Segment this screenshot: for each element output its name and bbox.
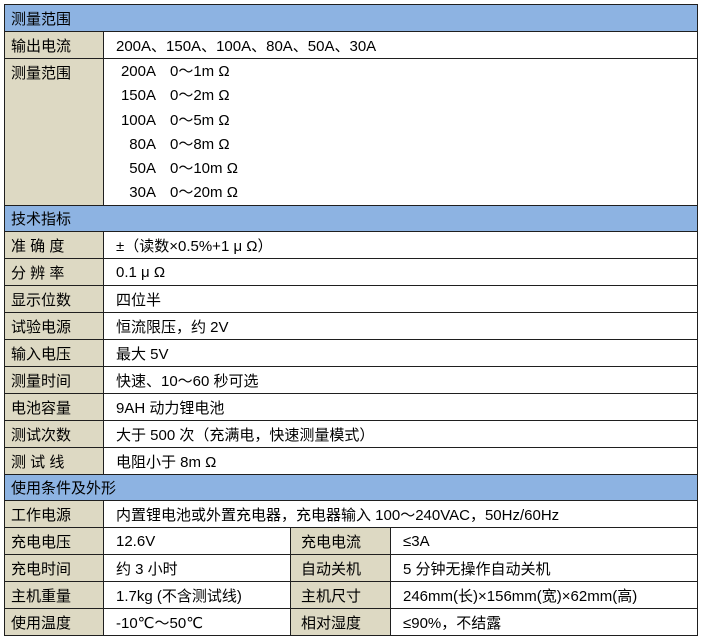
row-label: 显示位数 xyxy=(5,286,104,312)
range-value: 0～10m Ω xyxy=(170,160,238,177)
row-label: 输出电流 xyxy=(5,32,104,58)
row-label: 测 试 线 xyxy=(5,448,104,474)
range-value: 0～1m Ω xyxy=(170,63,230,80)
range-value: 0～2m Ω xyxy=(170,87,230,104)
row-value: 246mm(长)×156mm(宽)×62mm(高) xyxy=(391,582,697,608)
row-label: 准 确 度 xyxy=(5,232,104,258)
range-line: 150A 0～2m Ω xyxy=(116,84,697,108)
row-label: 充电电流 xyxy=(291,528,391,554)
row-value: 0.1 μ Ω xyxy=(104,259,697,285)
section-header-measure-range: 测量范围 xyxy=(5,5,697,31)
range-value: 0～5m Ω xyxy=(170,112,230,129)
row-value: 电阻小于 8m Ω xyxy=(104,448,697,474)
range-current: 50A xyxy=(116,157,156,181)
row-value: ≤90%，不结露 xyxy=(391,609,697,635)
range-current: 200A xyxy=(116,60,156,84)
range-current: 150A xyxy=(116,84,156,108)
table-row-display-digits: 显示位数 四位半 xyxy=(5,285,697,312)
row-value: 恒流限压，约 2V xyxy=(104,313,697,339)
row-label: 测量范围 xyxy=(5,59,104,205)
range-line: 80A 0～8m Ω xyxy=(116,133,697,157)
range-current: 80A xyxy=(116,133,156,157)
range-value: 0～8m Ω xyxy=(170,136,230,153)
row-label: 测量时间 xyxy=(5,367,104,393)
row-label: 电池容量 xyxy=(5,394,104,420)
row-label: 充电电压 xyxy=(5,528,104,554)
row-value: 200A、150A、100A、80A、50A、30A xyxy=(104,32,697,58)
row-label: 使用温度 xyxy=(5,609,104,635)
range-current: 30A xyxy=(116,181,156,205)
row-value: 12.6V xyxy=(104,528,291,554)
table-row-charge-time-autooff: 充电时间 约 3 小时 自动关机 5 分钟无操作自动关机 xyxy=(5,554,697,581)
row-label: 测试次数 xyxy=(5,421,104,447)
row-value: 约 3 小时 xyxy=(104,555,291,581)
range-line: 100A 0～5m Ω xyxy=(116,109,697,133)
section-header-label: 测量范围 xyxy=(11,8,71,29)
row-value: 大于 500 次（充满电，快速测量模式） xyxy=(104,421,697,447)
row-label: 工作电源 xyxy=(5,501,104,527)
row-value: ±（读数×0.5%+1 μ Ω） xyxy=(104,232,697,258)
row-value: -10℃～50℃ xyxy=(104,609,291,635)
table-row-test-power: 试验电源 恒流限压，约 2V xyxy=(5,312,697,339)
row-value: 5 分钟无操作自动关机 xyxy=(391,555,697,581)
row-value: ≤3A xyxy=(391,528,697,554)
range-line: 30A 0～20m Ω xyxy=(116,181,697,205)
table-row-battery-capacity: 电池容量 9AH 动力锂电池 xyxy=(5,393,697,420)
table-row-weight-size: 主机重量 1.7kg (不含测试线) 主机尺寸 246mm(长)×156mm(宽… xyxy=(5,581,697,608)
table-row-working-power: 工作电源 内置锂电池或外置充电器，充电器输入 100～240VAC，50Hz/6… xyxy=(5,500,697,527)
row-label: 充电时间 xyxy=(5,555,104,581)
table-row-measure-time: 测量时间 快速、10～60 秒可选 xyxy=(5,366,697,393)
section-header-label: 使用条件及外形 xyxy=(11,477,116,498)
row-label: 试验电源 xyxy=(5,313,104,339)
section-header-conditions: 使用条件及外形 xyxy=(5,474,697,500)
table-row-charge-voltage-current: 充电电压 12.6V 充电电流 ≤3A xyxy=(5,527,697,554)
table-row-input-voltage: 输入电压 最大 5V xyxy=(5,339,697,366)
row-value: 最大 5V xyxy=(104,340,697,366)
row-value: 200A 0～1m Ω 150A 0～2m Ω 100A 0～5m Ω 80A 0～8m… xyxy=(104,59,697,205)
range-line: 200A 0～1m Ω xyxy=(116,60,697,84)
table-row-output-current: 输出电流 200A、150A、100A、80A、50A、30A xyxy=(5,31,697,58)
row-value: 9AH 动力锂电池 xyxy=(104,394,697,420)
row-label: 主机尺寸 xyxy=(291,582,391,608)
row-label: 主机重量 xyxy=(5,582,104,608)
spec-table: 测量范围 输出电流 200A、150A、100A、80A、50A、30A 测量范… xyxy=(4,4,698,636)
row-value: 1.7kg (不含测试线) xyxy=(104,582,291,608)
table-row-measure-range: 测量范围 200A 0～1m Ω 150A 0～2m Ω 100A 0～5m Ω 80… xyxy=(5,58,697,205)
section-header-label: 技术指标 xyxy=(11,208,71,229)
range-line: 50A 0～10m Ω xyxy=(116,157,697,181)
range-current: 100A xyxy=(116,109,156,133)
row-value: 内置锂电池或外置充电器，充电器输入 100～240VAC，50Hz/60Hz xyxy=(104,501,697,527)
row-label: 相对湿度 xyxy=(291,609,391,635)
table-row-accuracy: 准 确 度 ±（读数×0.5%+1 μ Ω） xyxy=(5,231,697,258)
row-value: 四位半 xyxy=(104,286,697,312)
range-value: 0～20m Ω xyxy=(170,184,238,201)
row-label: 输入电压 xyxy=(5,340,104,366)
table-row-test-leads: 测 试 线 电阻小于 8m Ω xyxy=(5,447,697,474)
row-label: 自动关机 xyxy=(291,555,391,581)
row-label: 分 辨 率 xyxy=(5,259,104,285)
table-row-resolution: 分 辨 率 0.1 μ Ω xyxy=(5,258,697,285)
row-value: 快速、10～60 秒可选 xyxy=(104,367,697,393)
section-header-tech-specs: 技术指标 xyxy=(5,205,697,231)
table-row-test-count: 测试次数 大于 500 次（充满电，快速测量模式） xyxy=(5,420,697,447)
